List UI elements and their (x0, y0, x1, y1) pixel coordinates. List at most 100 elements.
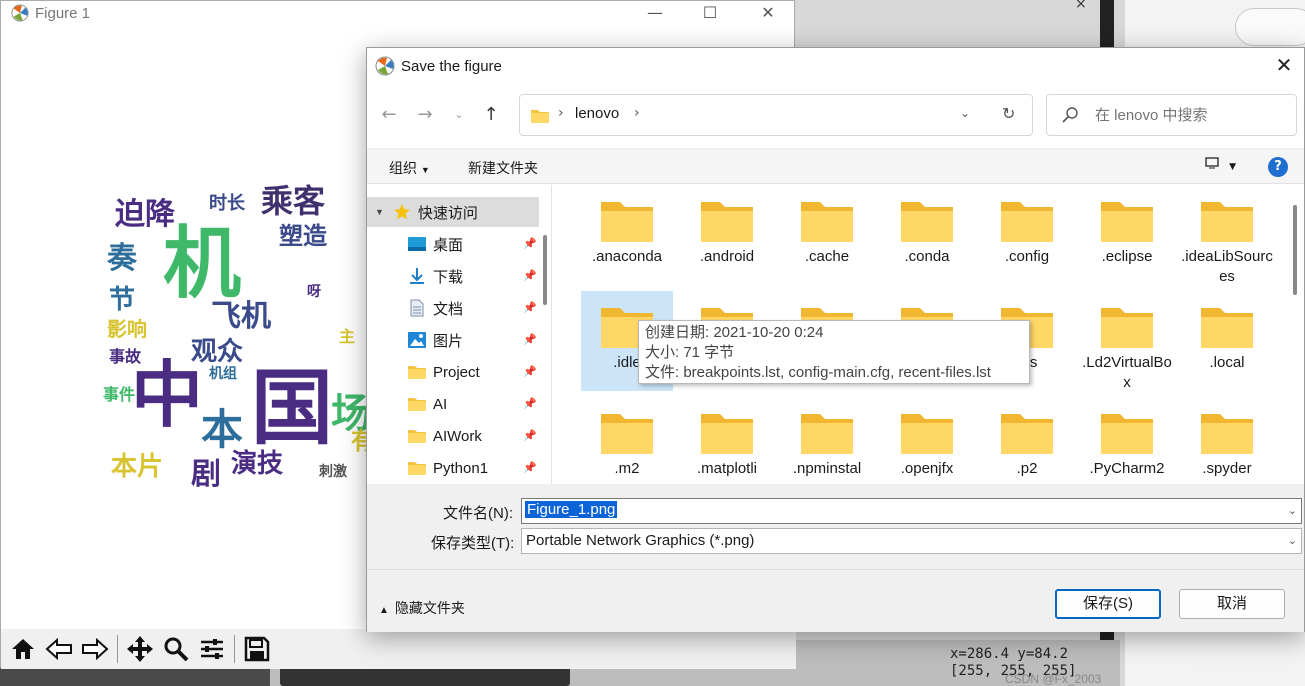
folder-icon (581, 411, 673, 455)
up-arrow-icon[interactable]: ↑ (479, 104, 503, 128)
tooltip-files: 文件: breakpoints.lst, config-main.cfg, re… (645, 364, 991, 381)
search-input[interactable] (1095, 104, 1285, 126)
word: 影响 (107, 317, 147, 341)
folder-icon (1081, 411, 1173, 455)
search-icon (1062, 107, 1078, 123)
chevron-right-icon[interactable]: › (634, 105, 640, 121)
pin-icon[interactable]: 📌 (523, 269, 537, 282)
folder-item[interactable]: .npminstal (781, 397, 873, 484)
chevron-right-icon: › (558, 105, 564, 121)
pin-icon[interactable]: 📌 (523, 365, 537, 378)
folder-item[interactable]: .spyder (1181, 397, 1273, 484)
forward-arrow-icon[interactable] (79, 633, 111, 665)
chevron-up-icon: ▲ (379, 605, 389, 616)
folder-item[interactable]: .p2 (981, 397, 1073, 484)
word: 时长 (209, 193, 245, 214)
sidebar-item-ai[interactable]: AI 📌 (367, 389, 539, 419)
minimize-button[interactable]: — (642, 3, 668, 22)
sidebar-item-documents[interactable]: 文档 📌 (367, 293, 539, 323)
pin-icon[interactable]: 📌 (523, 429, 537, 442)
folder-icon (407, 395, 427, 413)
sidebar-label: 下载 (433, 268, 464, 286)
folder-item[interactable]: .anaconda (581, 185, 673, 285)
folder-item[interactable]: .local (1181, 291, 1273, 391)
filetype-select[interactable]: Portable Network Graphics (*.png) ⌄ (521, 528, 1302, 554)
folder-item[interactable]: .m2 (581, 397, 673, 484)
files-scrollbar[interactable] (1293, 205, 1297, 295)
back-icon[interactable]: ← (377, 104, 401, 128)
folder-item[interactable]: .openjfx (881, 397, 973, 484)
pin-icon[interactable]: 📌 (523, 397, 537, 410)
figure-titlebar: Figure 1 (1, 1, 794, 25)
folder-item[interactable]: .matplotli (681, 397, 773, 484)
folder-label: .conda (904, 248, 950, 265)
organize-menu[interactable]: 组织 ▼ (389, 158, 430, 178)
chevron-down-icon[interactable]: ⌄ (1288, 504, 1297, 517)
sidebar-item-quick-access[interactable]: ▼ 快速访问 (367, 197, 539, 227)
address-dropdown-icon[interactable]: ⌄ (960, 106, 970, 120)
nav-scrollbar[interactable] (543, 235, 547, 305)
cancel-button[interactable]: 取消 (1179, 589, 1285, 619)
pin-icon[interactable]: 📌 (523, 333, 537, 346)
new-folder-button[interactable]: 新建文件夹 (468, 158, 538, 178)
dialog-titlebar: Save the figure (367, 48, 1304, 84)
folder-item[interactable]: .ideaLibSources (1181, 185, 1273, 285)
pictures-icon (407, 331, 427, 349)
refresh-icon[interactable]: ↻ (1002, 104, 1015, 123)
folder-icon (407, 427, 427, 445)
recent-locations-chevron-icon[interactable]: ⌄ (447, 108, 471, 132)
folder-icon (407, 363, 427, 381)
address-bar[interactable]: › lenovo › ⌄ ↻ (519, 94, 1033, 136)
folder-label: .Ld2VirtualBox (1082, 354, 1172, 391)
folder-tooltip: 创建日期: 2021-10-20 0:24 大小: 71 字节 文件: brea… (638, 320, 1030, 384)
tooltip-created: 创建日期: 2021-10-20 0:24 (645, 324, 824, 341)
pin-icon[interactable]: 📌 (523, 301, 537, 314)
folder-item[interactable]: .Ld2VirtualBox (1081, 291, 1173, 391)
cursor-coords: x=286.4 y=84.2 (950, 646, 1069, 662)
view-options-button[interactable]: ▼ (1204, 157, 1236, 173)
search-box[interactable] (1046, 94, 1297, 136)
filename-value[interactable]: Figure_1.png (525, 501, 618, 518)
watermark: CSDN @Fx_2003 (1190, 662, 1287, 676)
folder-label: .anaconda (591, 248, 663, 265)
sidebar-item-python1[interactable]: Python1 📌 (367, 453, 539, 483)
help-button[interactable]: ? (1268, 157, 1288, 177)
folder-item[interactable]: .conda (881, 185, 973, 285)
back-arrow-icon[interactable] (43, 633, 75, 665)
hide-folders-toggle[interactable]: ▲ 隐藏文件夹 (379, 598, 465, 618)
save-disk-icon[interactable] (241, 633, 273, 665)
folder-item[interactable]: .config (981, 185, 1073, 285)
download-icon (407, 267, 427, 285)
matplotlib-logo-icon (11, 4, 29, 22)
pan-move-icon[interactable] (124, 633, 156, 665)
maximize-button[interactable]: ☐ (697, 3, 723, 22)
folder-label: .npminstal (792, 460, 862, 477)
chevron-down-icon[interactable]: ⌄ (1288, 534, 1297, 547)
sidebar-item-aiwork[interactable]: AIWork 📌 (367, 421, 539, 451)
home-icon[interactable] (7, 633, 39, 665)
sidebar-item-project[interactable]: Project 📌 (367, 357, 539, 387)
filename-field[interactable]: Figure_1.png ⌄ (521, 498, 1302, 524)
dialog-close-button[interactable]: ✕ (1272, 54, 1296, 78)
close-button[interactable]: ✕ (755, 3, 781, 22)
pin-icon[interactable]: 📌 (523, 237, 537, 250)
configure-subplots-icon[interactable] (196, 633, 228, 665)
sidebar-item-pictures[interactable]: 图片 📌 (367, 325, 539, 355)
folder-item[interactable]: .eclipse (1081, 185, 1173, 285)
save-button[interactable]: 保存(S) (1055, 589, 1161, 619)
sidebar-label: AIWork (433, 427, 482, 445)
breadcrumb-lenovo[interactable]: lenovo (575, 105, 619, 122)
forward-icon[interactable]: → (413, 104, 437, 128)
folder-item[interactable]: .PyCharm2 (1081, 397, 1173, 484)
zoom-magnifier-icon[interactable] (160, 633, 192, 665)
folder-icon (1181, 305, 1273, 349)
folder-item[interactable]: .cache (781, 185, 873, 285)
pin-icon[interactable]: 📌 (523, 461, 537, 474)
sidebar-label: 图片 (433, 332, 464, 350)
sidebar-item-desktop[interactable]: 桌面 📌 (367, 229, 539, 259)
background-close-icon: × (1075, 0, 1087, 12)
sidebar-item-downloads[interactable]: 下载 📌 (367, 261, 539, 291)
folder-label: .config (1004, 248, 1050, 265)
folder-item[interactable]: .android (681, 185, 773, 285)
folder-label: .m2 (614, 460, 640, 477)
